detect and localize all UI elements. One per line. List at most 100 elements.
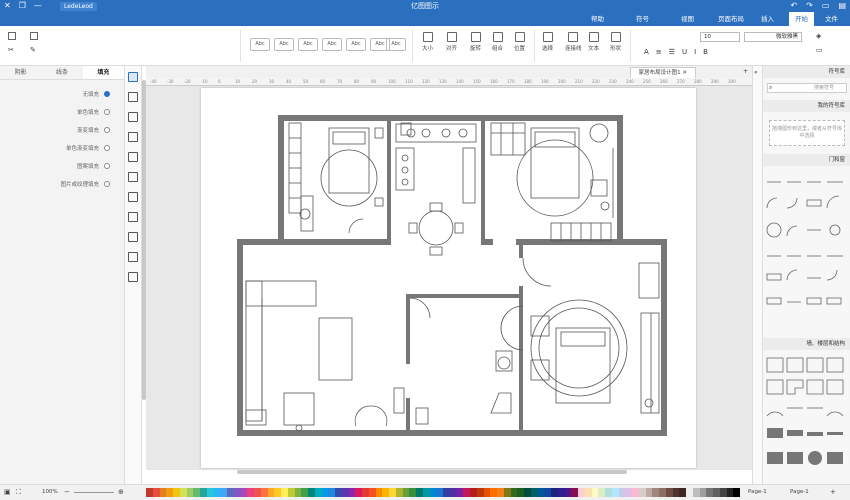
align-center-icon[interactable]: ≡ — [656, 48, 662, 56]
color-swatch[interactable] — [152, 488, 160, 497]
color-swatch[interactable] — [571, 488, 578, 497]
color-swatch[interactable] — [652, 488, 659, 497]
color-swatch[interactable] — [463, 488, 470, 497]
color-swatch[interactable] — [301, 488, 308, 497]
list-icon[interactable]: ☰ — [669, 48, 675, 56]
color-swatch[interactable] — [294, 488, 302, 497]
shape-button[interactable]: 形状 — [610, 32, 621, 52]
color-swatch[interactable] — [456, 488, 464, 497]
wall-structure-shapes[interactable] — [763, 352, 850, 482]
horizontal-scrollbar[interactable] — [237, 470, 627, 474]
tab-fill[interactable]: 填充 — [82, 66, 124, 79]
style-preset-4[interactable]: Abc — [322, 38, 342, 51]
size-button[interactable]: 大小 — [422, 32, 433, 52]
zoom-in-icon[interactable]: ⊕ — [118, 488, 124, 496]
color-swatch[interactable] — [726, 488, 734, 497]
color-swatch[interactable] — [544, 488, 551, 497]
shadow-tool-icon[interactable] — [128, 132, 138, 142]
layers-tool-icon[interactable] — [128, 152, 138, 162]
color-swatch[interactable] — [733, 488, 740, 497]
color-swatch[interactable] — [409, 488, 416, 497]
style-preset-2[interactable]: Abc — [274, 38, 294, 51]
color-swatch[interactable] — [618, 488, 626, 497]
tab-page-layout[interactable]: 页面布局 — [712, 12, 750, 26]
color-swatch[interactable] — [186, 488, 194, 497]
color-swatch[interactable] — [254, 488, 261, 497]
line-tool-icon[interactable] — [128, 92, 138, 102]
color-swatch[interactable] — [564, 488, 572, 497]
color-swatch[interactable] — [510, 488, 518, 497]
color-swatch[interactable] — [517, 488, 524, 497]
color-swatch[interactable] — [314, 488, 322, 497]
symbol-search-input[interactable]: 搜索符号 — [767, 83, 847, 93]
color-swatch[interactable] — [416, 488, 423, 497]
color-swatch[interactable] — [524, 488, 531, 497]
color-swatch[interactable] — [665, 488, 673, 497]
color-swatch[interactable] — [605, 488, 612, 497]
style-preset-7[interactable]: Abc — [386, 38, 406, 51]
add-tab-icon[interactable]: + — [743, 68, 748, 75]
color-swatch[interactable] — [267, 488, 275, 497]
color-swatch[interactable] — [503, 488, 511, 497]
color-swatch[interactable] — [598, 488, 605, 497]
fill-option-solid[interactable]: 单色填充 — [77, 108, 110, 116]
italic-icon[interactable]: I — [694, 48, 696, 56]
style-preset-5[interactable]: Abc — [346, 38, 366, 51]
drawing-page[interactable] — [201, 88, 696, 468]
zoom-out-icon[interactable]: − — [64, 488, 70, 496]
font-family-select[interactable]: 微软雅黑 — [744, 32, 802, 42]
text-button[interactable]: 文本 — [588, 32, 599, 52]
photo-tool-icon[interactable] — [128, 232, 138, 242]
bold-icon[interactable]: B — [703, 48, 708, 56]
fill-bucket-icon[interactable]: ◈ — [816, 32, 823, 40]
save-icon[interactable]: ▭ — [822, 1, 830, 10]
color-swatch[interactable] — [402, 488, 410, 497]
color-palette[interactable] — [146, 488, 740, 497]
page-selector[interactable]: Page-1 — [790, 489, 809, 495]
color-swatch[interactable] — [200, 488, 207, 497]
color-swatch[interactable] — [355, 488, 362, 497]
tab-insert[interactable]: 插入 — [755, 12, 780, 26]
color-swatch[interactable] — [692, 488, 700, 497]
color-swatch[interactable] — [395, 488, 403, 497]
text-tool-icon[interactable] — [128, 252, 138, 262]
color-swatch[interactable] — [422, 488, 430, 497]
color-swatch[interactable] — [321, 488, 329, 497]
color-swatch[interactable] — [348, 488, 356, 497]
copy-icon[interactable] — [30, 32, 38, 40]
color-swatch[interactable] — [274, 488, 281, 497]
brush-icon[interactable]: ✎ — [30, 46, 38, 54]
color-swatch[interactable] — [227, 488, 234, 497]
color-swatch[interactable] — [220, 488, 227, 497]
font-size-select[interactable]: 10 — [700, 32, 740, 42]
cut-icon[interactable]: ✂ — [8, 46, 16, 54]
page-tab[interactable]: Page-1 — [748, 489, 767, 495]
fill-option-gradient[interactable]: 渐变填充 — [77, 126, 110, 134]
page-tool-icon[interactable] — [128, 172, 138, 182]
color-swatch[interactable] — [611, 488, 619, 497]
color-swatch[interactable] — [497, 488, 504, 497]
library-drop-zone[interactable]: 拖拽图形到这里，或者从符号库中选择 — [769, 120, 845, 146]
door-window-shapes[interactable] — [763, 168, 850, 333]
color-swatch[interactable] — [375, 488, 383, 497]
color-swatch[interactable] — [699, 488, 707, 497]
color-swatch[interactable] — [443, 488, 450, 497]
fill-option-single-gradient[interactable]: 单色渐变填充 — [66, 144, 110, 152]
fill-option-picture[interactable]: 图片或纹理填充 — [60, 180, 110, 188]
zoom-level[interactable]: 100% — [42, 489, 58, 495]
color-swatch[interactable] — [341, 488, 349, 497]
color-swatch[interactable] — [436, 488, 443, 497]
color-swatch[interactable] — [287, 488, 295, 497]
color-swatch[interactable] — [159, 488, 167, 497]
color-swatch[interactable] — [308, 488, 315, 497]
group-button[interactable]: 组合 — [492, 32, 503, 52]
floor-plan[interactable] — [201, 88, 696, 468]
color-swatch[interactable] — [382, 488, 389, 497]
color-swatch[interactable] — [281, 488, 288, 497]
select-button[interactable]: 选择 — [542, 32, 553, 52]
color-swatch[interactable] — [389, 488, 396, 497]
collapse-icon[interactable]: « — [754, 69, 758, 76]
document-tab[interactable]: 家居布局设计图1 ✕ — [629, 67, 696, 78]
zoom-slider[interactable] — [74, 492, 114, 493]
align-button[interactable]: 对齐 — [446, 32, 457, 52]
